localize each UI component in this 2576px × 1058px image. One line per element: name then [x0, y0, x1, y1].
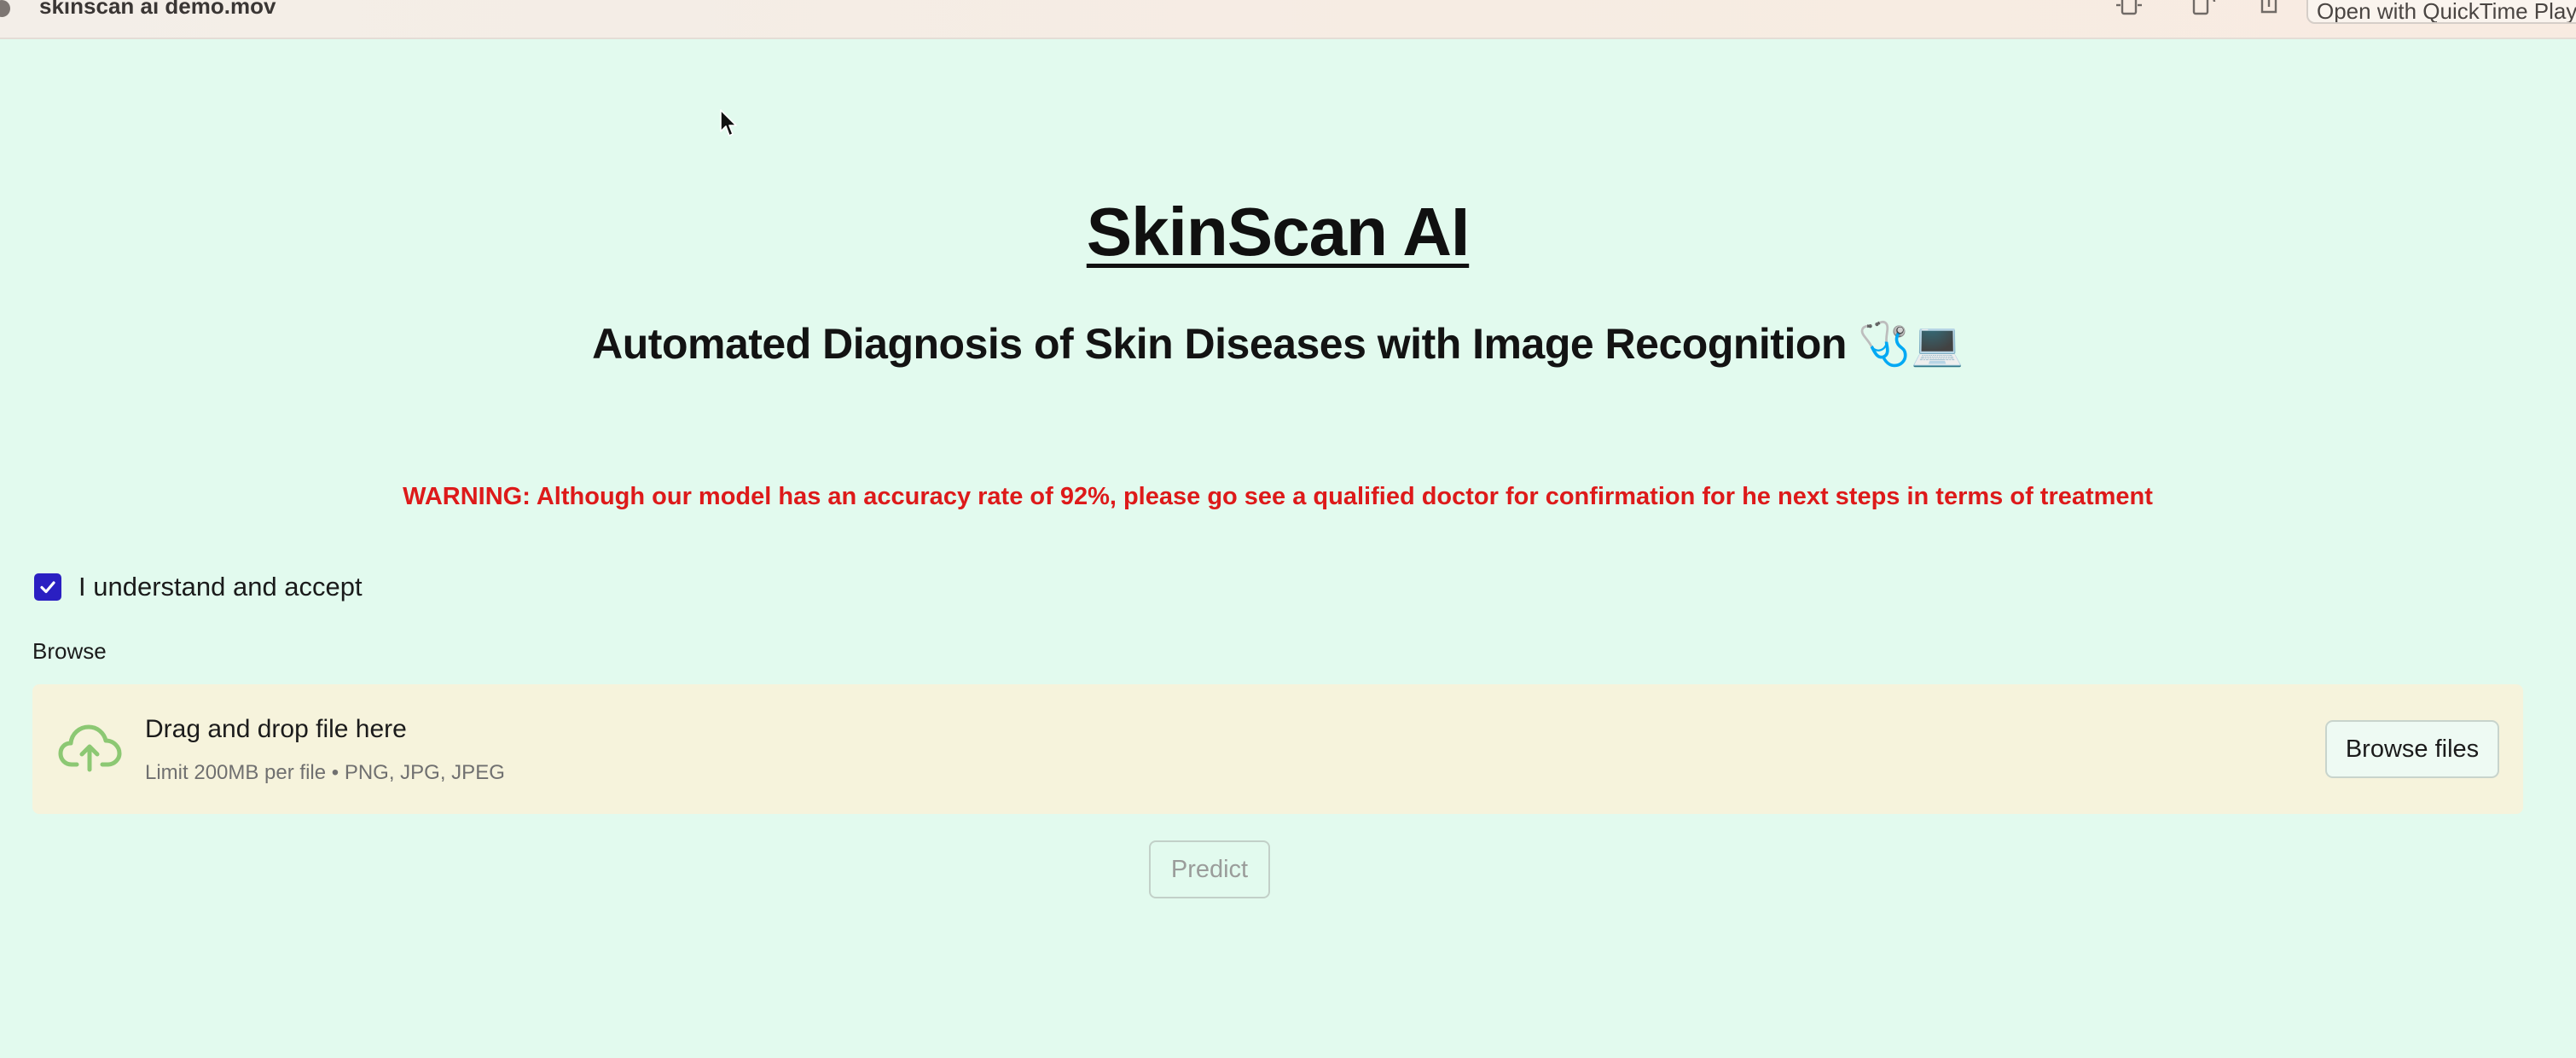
- predict-button[interactable]: Predict: [1149, 840, 1270, 898]
- window-titlebar: skinscan ai demo.mov Open with QuickTime…: [0, 0, 2576, 39]
- app-subtitle: Automated Diagnosis of Skin Diseases wit…: [592, 320, 1964, 368]
- browse-files-button[interactable]: Browse files: [2325, 720, 2499, 778]
- share-icon[interactable]: [2254, 0, 2284, 19]
- dropzone-instructions: Drag and drop file here: [145, 715, 407, 743]
- dropzone-limit-text: Limit 200MB per file • PNG, JPG, JPEG: [145, 761, 505, 784]
- accept-checkbox[interactable]: [34, 573, 61, 601]
- accept-label: I understand and accept: [78, 572, 363, 602]
- accept-checkbox-row[interactable]: I understand and accept: [34, 570, 363, 604]
- uploader-label: Browse: [32, 638, 107, 664]
- file-dropzone[interactable]: Drag and drop file here Limit 200MB per …: [32, 684, 2523, 814]
- window-title: skinscan ai demo.mov: [39, 0, 276, 19]
- rotate-icon[interactable]: [2189, 0, 2219, 19]
- cloud-upload-icon: [58, 722, 123, 775]
- app-title: SkinScan AI: [1086, 194, 1470, 270]
- warning-message: WARNING: Although our model has an accur…: [403, 483, 2153, 510]
- mouse-cursor-icon: [719, 109, 738, 138]
- window-close-icon[interactable]: [0, 0, 10, 17]
- checkmark-icon: [40, 581, 55, 594]
- trim-icon[interactable]: [2114, 0, 2144, 19]
- open-with-quicktime-button[interactable]: Open with QuickTime Player: [2306, 0, 2576, 24]
